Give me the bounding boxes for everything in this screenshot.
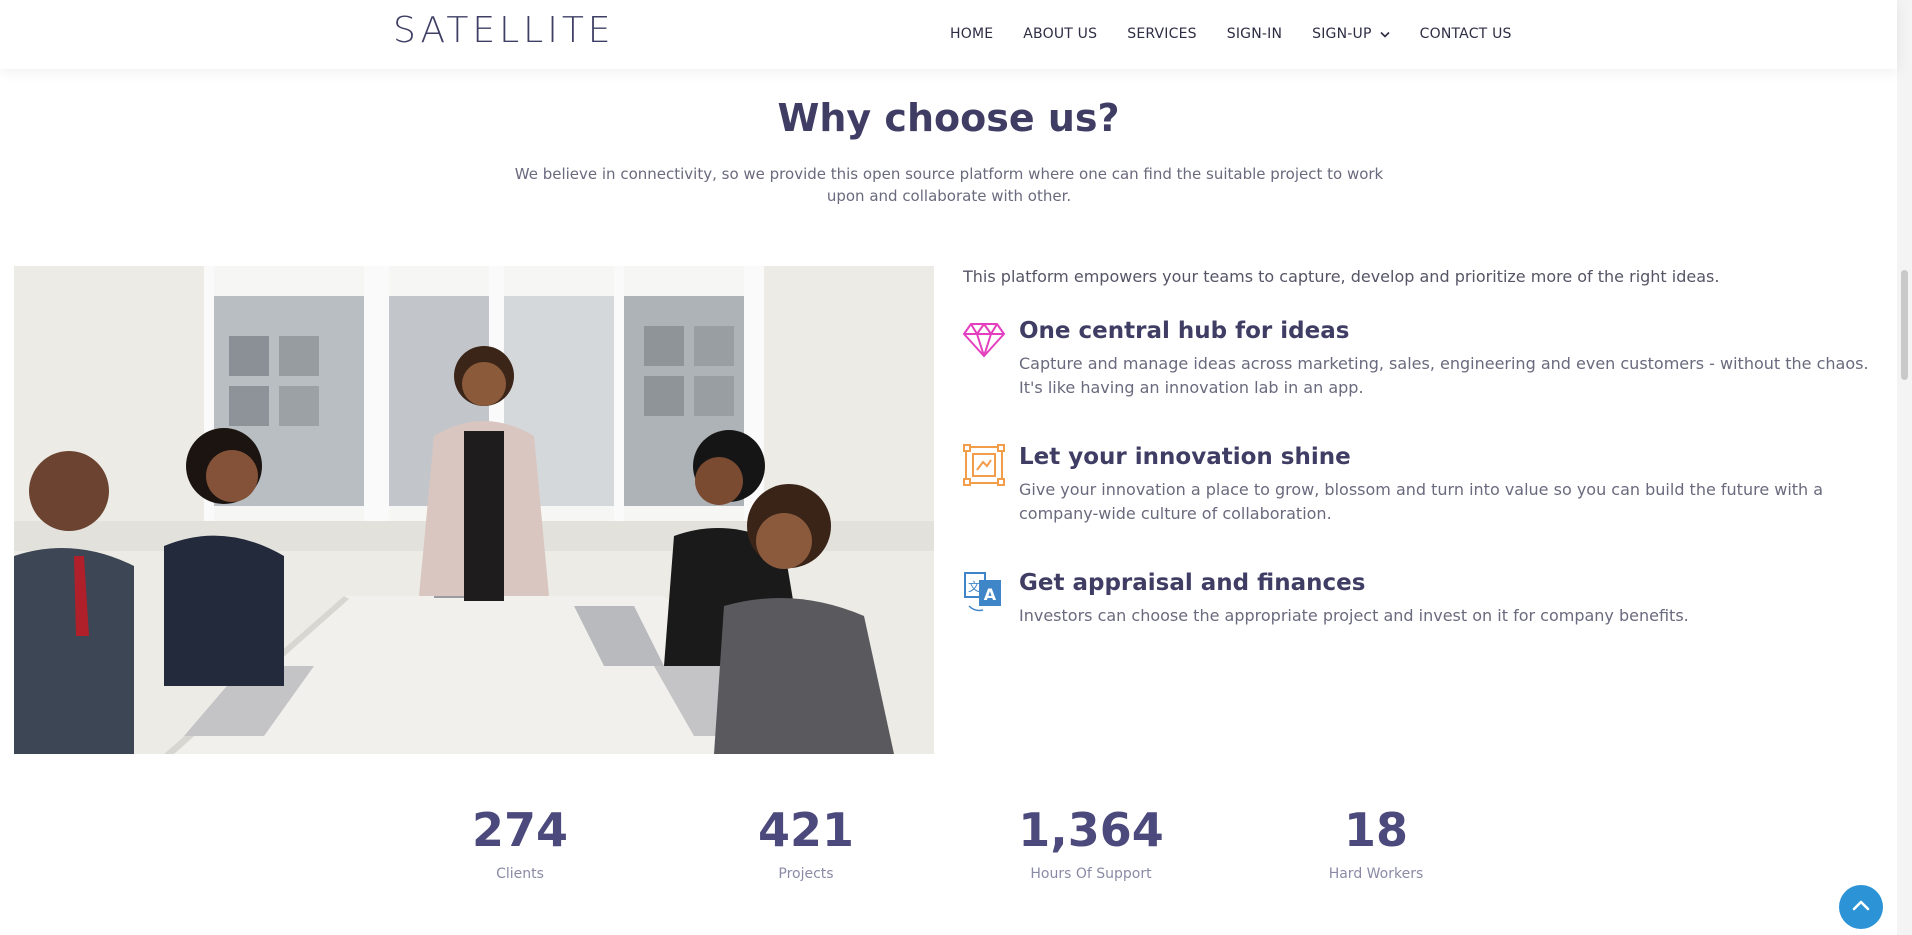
nav-sign-up-label: SIGN-UP xyxy=(1312,26,1372,42)
nav-sign-in[interactable]: SIGN-IN xyxy=(1227,26,1282,42)
site-header: SATELLITE HOME ABOUT US SERVICES SIGN-IN… xyxy=(0,0,1897,69)
counter-hard-workers: 18 Hard Workers xyxy=(1266,800,1486,882)
nav-about-us[interactable]: ABOUT US xyxy=(1023,26,1097,42)
section-subtitle: We believe in connectivity, so we provid… xyxy=(514,165,1384,205)
nav-sign-in-label: SIGN-IN xyxy=(1226,26,1283,42)
nav-home-label: HOME xyxy=(950,26,994,42)
back-to-top-button[interactable] xyxy=(1839,885,1883,929)
nav-services[interactable]: SERVICES xyxy=(1127,26,1197,42)
nav-contact-us-label: CONTACT US xyxy=(1419,26,1512,42)
site-logo[interactable]: SATELLITE xyxy=(393,10,615,51)
counter-value: 18 xyxy=(1343,803,1408,857)
counter-hours-of-support: 1,364 Hours Of Support xyxy=(981,800,1201,882)
counter-label: Hours Of Support xyxy=(1030,866,1152,882)
svg-text:A: A xyxy=(984,585,997,604)
translate-icon: A 文 xyxy=(963,570,1005,612)
nav-services-label: SERVICES xyxy=(1127,26,1197,42)
main-nav: HOME ABOUT US SERVICES SIGN-IN SIGN-UP C… xyxy=(950,26,1512,42)
nav-home[interactable]: HOME xyxy=(950,26,993,42)
chevron-up-icon xyxy=(1852,898,1870,916)
counter-projects: 421 Projects xyxy=(696,800,916,882)
features-intro: This platform empowers your teams to cap… xyxy=(963,267,1720,286)
svg-text:文: 文 xyxy=(968,579,980,594)
feature-title: One central hub for ideas xyxy=(1019,318,1350,344)
feature-title: Let your innovation shine xyxy=(1019,444,1351,470)
diamond-icon xyxy=(963,318,1005,360)
nav-about-us-label: ABOUT US xyxy=(1023,26,1098,42)
nav-sign-up-dropdown[interactable]: SIGN-UP xyxy=(1312,26,1390,42)
counter-value: 1,364 xyxy=(1018,803,1164,857)
frame-icon xyxy=(963,444,1005,486)
section-title: Why choose us? xyxy=(777,96,1120,140)
counter-clients: 274 Clients xyxy=(410,800,630,882)
team-meeting-photo xyxy=(14,266,934,754)
feature-description: Capture and manage ideas across marketin… xyxy=(1019,354,1869,397)
counter-label: Hard Workers xyxy=(1328,866,1424,882)
counter-label: Clients xyxy=(496,866,544,882)
feature-description: Give your innovation a place to grow, bl… xyxy=(1019,480,1824,523)
feature-title: Get appraisal and finances xyxy=(1019,570,1366,596)
feature-description: Investors can choose the appropriate pro… xyxy=(1019,606,1689,625)
chevron-down-icon xyxy=(1380,31,1390,38)
counter-value: 421 xyxy=(757,803,855,857)
counter-value: 274 xyxy=(471,803,569,857)
page-scrollbar[interactable] xyxy=(1897,0,1912,935)
scrollbar-thumb[interactable] xyxy=(1901,270,1908,380)
nav-contact-us[interactable]: CONTACT US xyxy=(1420,26,1512,42)
counter-label: Projects xyxy=(778,866,834,882)
